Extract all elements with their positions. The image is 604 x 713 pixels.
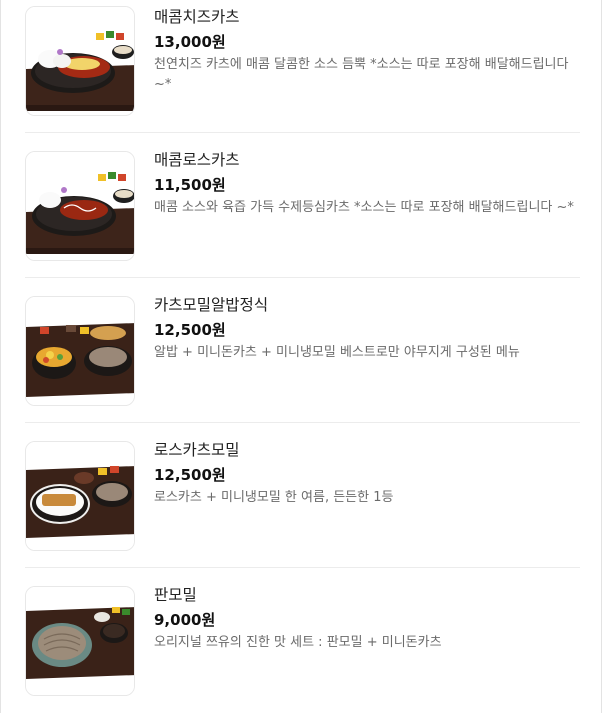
menu-item-price: 12,500원: [154, 466, 226, 484]
menu-item-image[interactable]: [25, 586, 135, 696]
menu-item[interactable]: 매콤로스카츠 11,500원 매콤 소스와 육즙 가득 수제등심카츠 *소스는 …: [25, 133, 580, 278]
menu-item-image[interactable]: [25, 441, 135, 551]
menu-item-price: 9,000원: [154, 611, 216, 629]
menu-item[interactable]: 매콤치즈카츠 13,000원 천연치즈 카츠에 매콤 달콤한 소스 듬뿍 *소스…: [25, 0, 580, 133]
menu-item-price: 11,500원: [154, 176, 226, 194]
menu-item-name: 매콤로스카츠: [154, 151, 240, 169]
menu-item-price: 12,500원: [154, 321, 226, 339]
menu-item-description: 로스카츠 + 미니냉모밀 한 여름, 든든한 1등: [154, 490, 394, 505]
menu-item-name: 매콤치즈카츠: [154, 8, 240, 26]
menu-item-description: 천연치즈 카츠에 매콤 달콤한 소스 듬뿍 *소스는 따로 포장해 배달해드립니…: [154, 57, 569, 92]
menu-item-description: 오리지널 쯔유의 진한 맛 세트 : 판모밀 + 미니돈카츠: [154, 635, 442, 650]
menu-item[interactable]: 판모밀 9,000원 오리지널 쯔유의 진한 맛 세트 : 판모밀 + 미니돈카…: [25, 568, 580, 713]
menu-item-description: 매콤 소스와 육즙 가득 수제등심카츠 *소스는 따로 포장해 배달해드립니다 …: [154, 200, 574, 215]
menu-item[interactable]: 카츠모밀알밥정식 12,500원 알밥 + 미니돈카츠 + 미니냉모밀 베스트로…: [25, 278, 580, 423]
menu-item-name: 카츠모밀알밥정식: [154, 296, 269, 314]
pan-soba-photo: [26, 587, 134, 695]
menu-item-name: 로스카츠모밀: [154, 441, 240, 459]
menu-item-image[interactable]: [25, 296, 135, 406]
menu-item-price: 13,000원: [154, 33, 226, 51]
katsu-soba-albap-set-photo: [26, 297, 134, 405]
menu-item-name: 판모밀: [154, 586, 197, 604]
menu-list: 매콤치즈카츠 13,000원 천연치즈 카츠에 매콤 달콤한 소스 듬뿍 *소스…: [25, 0, 580, 713]
spicy-loin-katsu-photo: [26, 152, 134, 260]
loin-katsu-soba-photo: [26, 442, 134, 550]
menu-item[interactable]: 로스카츠모밀 12,500원 로스카츠 + 미니냉모밀 한 여름, 든든한 1등: [25, 423, 580, 568]
menu-item-image[interactable]: [25, 151, 135, 261]
menu-item-description: 알밥 + 미니돈카츠 + 미니냉모밀 베스트로만 야무지게 구성된 메뉴: [154, 345, 520, 360]
menu-item-image[interactable]: [25, 6, 135, 116]
spicy-cheese-katsu-photo: [26, 7, 134, 115]
